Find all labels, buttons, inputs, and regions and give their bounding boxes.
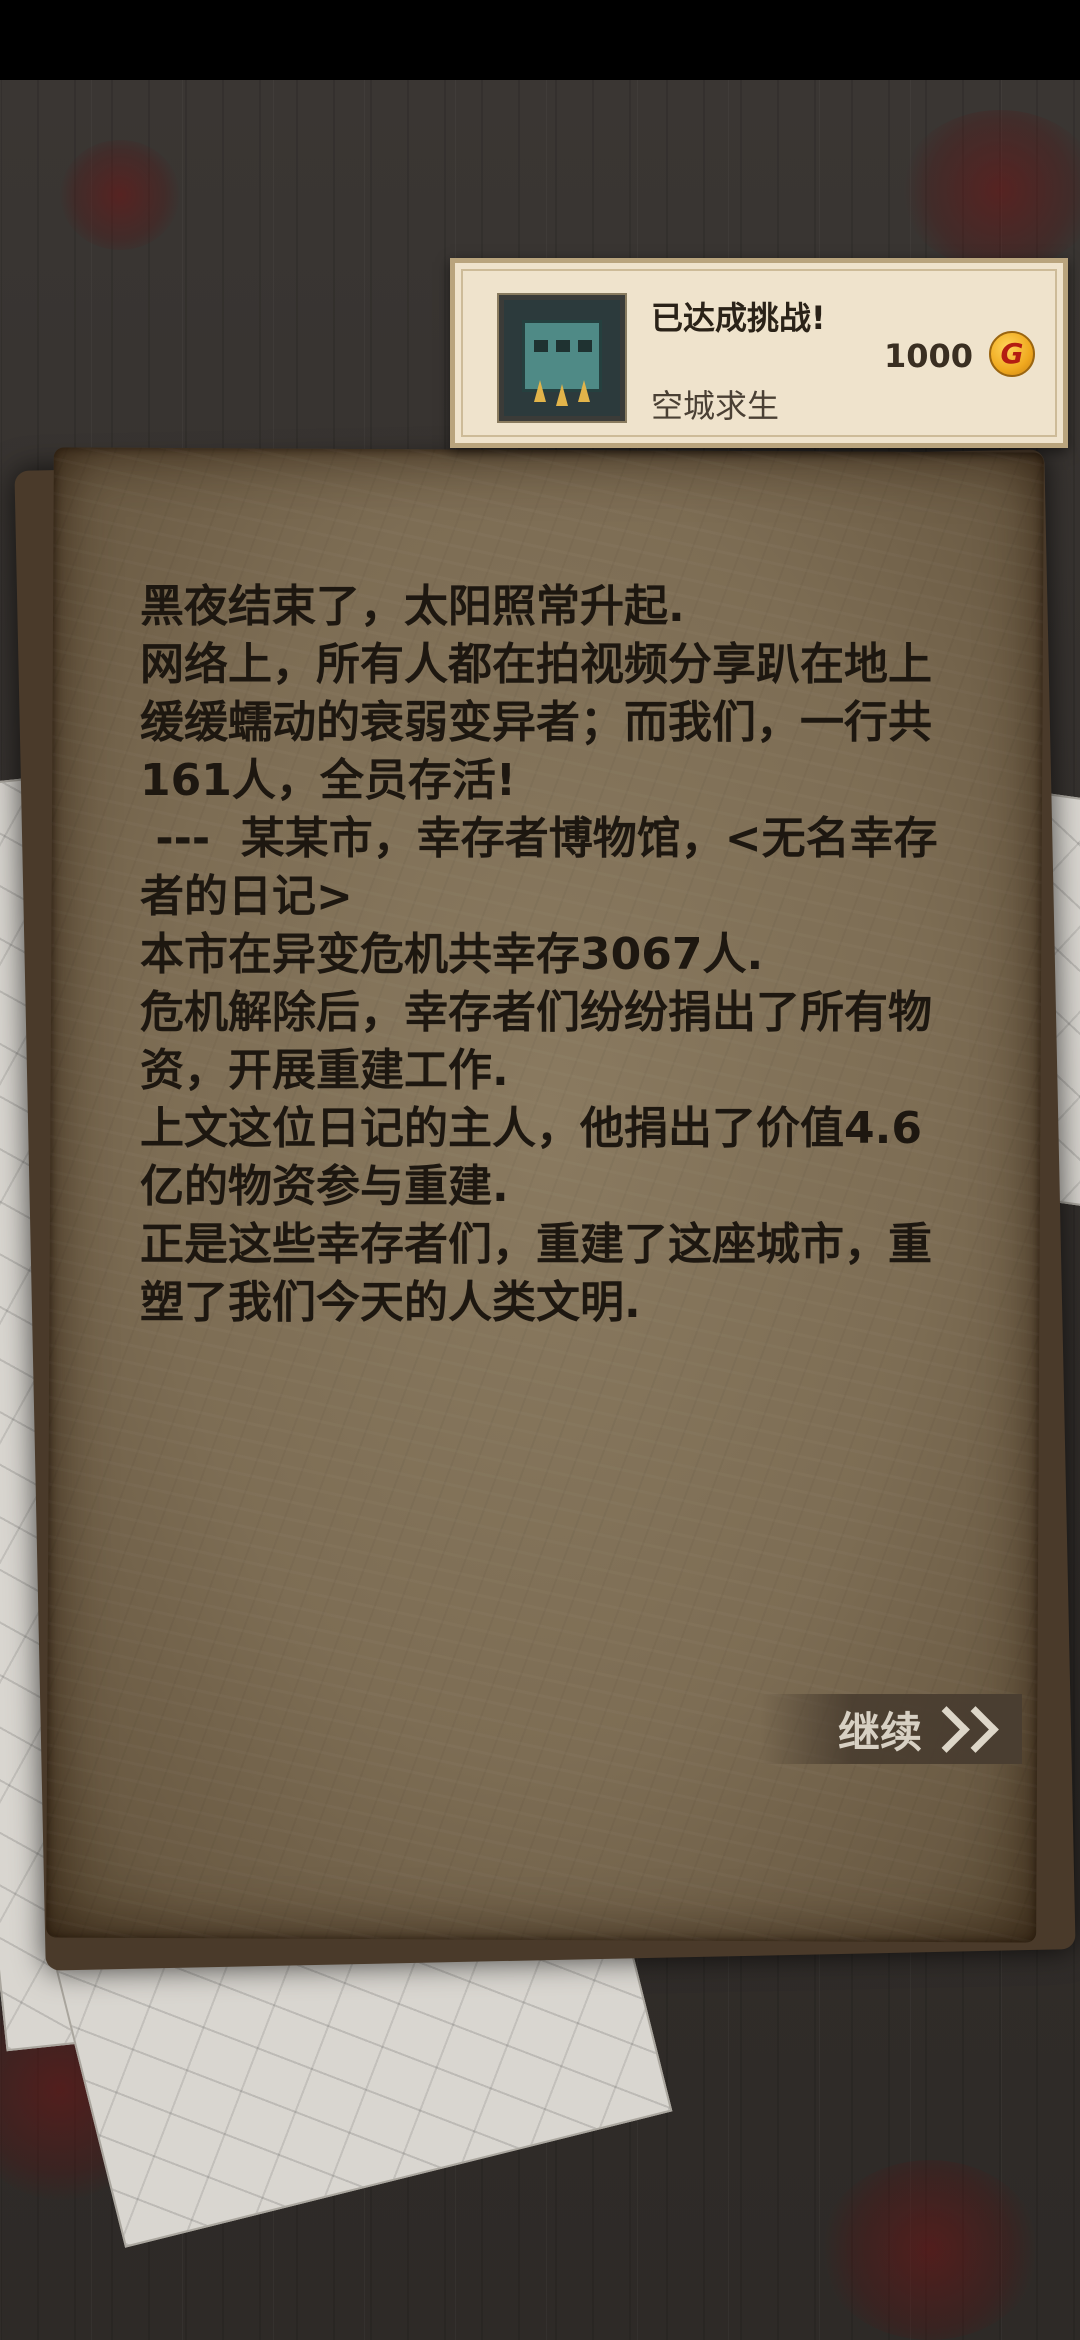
blood-stain bbox=[820, 2160, 1040, 2340]
story-line: 上文这位日记的主人，他捐出了价值4.6亿的物资参与重建. bbox=[140, 1103, 922, 1212]
achievement-toast: 已达成挑战! 空城求生 1000 G bbox=[450, 258, 1068, 448]
continue-label: 继续 bbox=[837, 1707, 922, 1757]
story-line: --- 某某市，幸存者博物馆，<无名幸存者的日记> bbox=[140, 813, 938, 922]
challenge-name: 空城求生 bbox=[651, 387, 780, 425]
blood-stain bbox=[60, 140, 180, 250]
continue-button[interactable]: 继续 bbox=[760, 1694, 1022, 1764]
story-line: 正是这些幸存者们，重建了这座城市，重塑了我们今天的人类文明. bbox=[140, 1219, 932, 1328]
blood-stain bbox=[900, 110, 1080, 270]
story-line: 网络上，所有人都在拍视频分享趴在地上缓缓蠕动的衰弱变异者；而我们，一行共161人… bbox=[140, 639, 932, 806]
reward-amount: 1000 bbox=[883, 337, 973, 375]
story-line: 黑夜结束了，太阳照常升起. bbox=[140, 581, 685, 632]
story-text: 黑夜结束了，太阳照常升起. 网络上，所有人都在拍视频分享趴在地上缓缓蠕动的衰弱变… bbox=[140, 578, 960, 1332]
story-line: 危机解除后，幸存者们纷纷捐出了所有物资，开展重建工作. bbox=[140, 987, 932, 1096]
city-fortress-badge-icon bbox=[499, 295, 625, 421]
toast-title: 已达成挑战! bbox=[651, 299, 826, 337]
story-line: 本市在异变危机共幸存3067人. bbox=[140, 929, 764, 980]
status-bar bbox=[0, 0, 1080, 80]
double-chevron-right-icon bbox=[923, 1705, 999, 1753]
gold-coin-icon: G bbox=[989, 331, 1035, 377]
